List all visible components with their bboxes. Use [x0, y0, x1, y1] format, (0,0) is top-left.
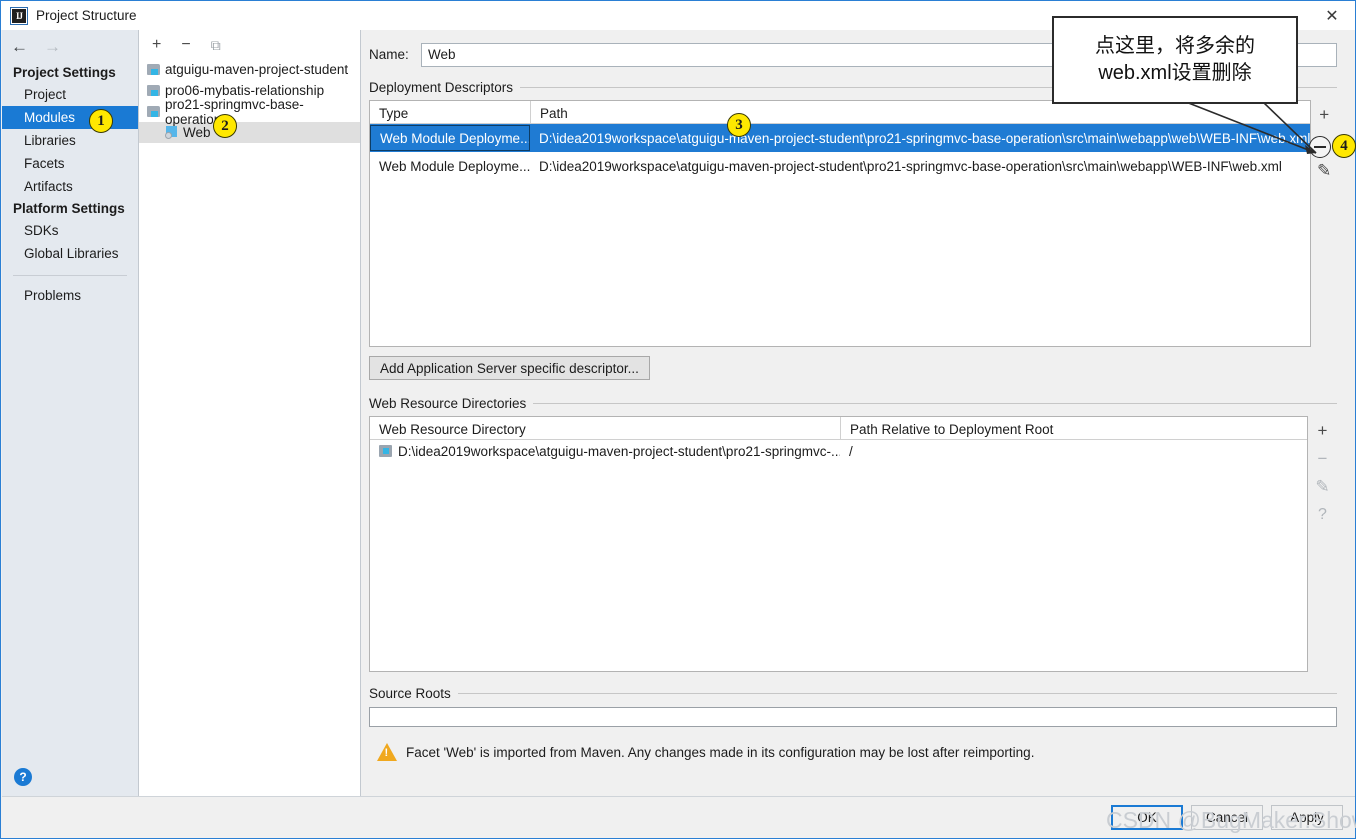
sidebar-item-libraries[interactable]: Libraries	[2, 129, 138, 152]
help-resource-dir-button[interactable]: ?	[1310, 502, 1335, 527]
close-icon[interactable]: ✕	[1309, 1, 1355, 30]
callout-line-1: 点这里，将多余的	[1095, 35, 1255, 57]
cell-web-resource-directory: D:\idea2019workspace\atguigu-maven-proje…	[370, 440, 840, 462]
cell-path-relative: /	[849, 443, 853, 459]
tree-node-label: pro21-springmvc-base-operation	[165, 96, 304, 127]
back-arrow-icon[interactable]: ←	[11, 38, 28, 55]
web-resource-directories-group: Web Resource Directories Web Resource Di…	[369, 396, 1337, 672]
web-facet-icon	[165, 126, 178, 139]
remove-resource-dir-button[interactable]: −	[1310, 446, 1335, 471]
settings-sidebar: ← → Project Settings Project Modules Lib…	[2, 30, 139, 798]
source-roots-title: Source Roots	[369, 686, 451, 701]
dialog-footer: OK Cancel Apply	[2, 796, 1355, 837]
name-label: Name:	[369, 47, 409, 62]
sidebar-item-sdks[interactable]: SDKs	[2, 219, 138, 242]
web-resources-table-toolbar: + − ✎ ?	[1308, 416, 1337, 672]
edit-resource-dir-button[interactable]: ✎	[1310, 474, 1335, 499]
intellij-idea-logo-icon: IJ	[10, 6, 28, 25]
cell-web-resource-directory-text: D:\idea2019workspace\atguigu-maven-proje…	[398, 443, 840, 459]
source-roots-group: Source Roots	[369, 686, 1337, 701]
sidebar-heading-platform-settings: Platform Settings	[13, 201, 125, 216]
sidebar-item-global-libraries[interactable]: Global Libraries	[2, 242, 138, 265]
sidebar-item-facets[interactable]: Facets	[2, 152, 138, 175]
module-icon	[147, 84, 160, 97]
tree-node-module[interactable]: atguigu-maven-project-student	[139, 59, 360, 80]
add-resource-dir-button[interactable]: +	[1310, 418, 1335, 443]
add-application-server-descriptor-button[interactable]: Add Application Server specific descript…	[369, 356, 650, 380]
tree-node-label: Web	[183, 125, 211, 140]
source-roots-list[interactable]	[369, 707, 1337, 727]
dialog-buttons: OK Cancel Apply	[1111, 805, 1343, 830]
table-row[interactable]: D:\idea2019workspace\atguigu-maven-proje…	[370, 440, 1307, 462]
annotation-marker-3: 3	[727, 113, 751, 137]
sidebar-item-problems[interactable]: Problems	[2, 284, 138, 307]
module-icon	[147, 105, 160, 118]
web-resource-directories-title: Web Resource Directories	[369, 396, 527, 411]
project-structure-dialog: IJ Project Structure ✕ ← → Project Setti…	[0, 0, 1356, 839]
deployment-descriptors-title: Deployment Descriptors	[369, 80, 514, 95]
sidebar-item-artifacts[interactable]: Artifacts	[2, 175, 138, 198]
facet-warning-row: Facet 'Web' is imported from Maven. Any …	[377, 743, 1337, 761]
forward-arrow-icon[interactable]: →	[44, 38, 61, 55]
help-icon[interactable]: ?	[14, 768, 32, 786]
remove-module-button[interactable]: −	[181, 36, 190, 53]
sidebar-item-project[interactable]: Project	[2, 83, 138, 106]
module-icon	[147, 63, 160, 76]
group-rule	[457, 693, 1337, 694]
annotation-marker-2: 2	[213, 114, 237, 138]
sidebar-item-modules[interactable]: Modules	[2, 106, 138, 129]
tree-node-label: atguigu-maven-project-student	[165, 62, 349, 77]
cancel-button[interactable]: Cancel	[1191, 805, 1263, 830]
tree-node-module[interactable]: pro21-springmvc-base-operation	[139, 97, 360, 127]
column-header-path-relative[interactable]: Path Relative to Deployment Root	[840, 417, 1307, 439]
annotation-callout: 点这里，将多余的 web.xml设置删除	[1052, 16, 1298, 104]
copy-module-button[interactable]: ⧉	[211, 38, 221, 52]
ok-button[interactable]: OK	[1111, 805, 1183, 830]
annotation-marker-1: 1	[89, 109, 113, 133]
web-resources-title-row: Web Resource Directories	[369, 396, 1337, 411]
cell-type: Web Module Deployme...	[379, 158, 530, 174]
cell-type: Web Module Deployme...	[370, 125, 530, 151]
table-header: Web Resource Directory Path Relative to …	[370, 417, 1307, 440]
module-tree-toolbar: + − ⧉	[139, 30, 360, 59]
facet-warning-text: Facet 'Web' is imported from Maven. Any …	[406, 744, 1035, 760]
module-tree-panel: + − ⧉ atguigu-maven-project-student pro0…	[139, 30, 361, 798]
sidebar-divider	[13, 275, 127, 276]
sidebar-heading-project-settings: Project Settings	[13, 65, 116, 80]
add-module-button[interactable]: +	[152, 36, 161, 53]
column-header-web-resource-directory[interactable]: Web Resource Directory	[370, 417, 840, 439]
warning-icon	[377, 743, 397, 761]
source-roots-title-row: Source Roots	[369, 686, 1337, 701]
web-resource-directories-table: Web Resource Directory Path Relative to …	[369, 416, 1308, 672]
column-header-type[interactable]: Type	[370, 101, 530, 123]
window-title: Project Structure	[36, 8, 137, 23]
callout-line-2: web.xml设置删除	[1098, 62, 1252, 84]
folder-icon	[379, 445, 392, 457]
web-resources-table-wrap: Web Resource Directory Path Relative to …	[369, 416, 1337, 672]
sidebar-navigation: ← →	[2, 30, 138, 62]
apply-button[interactable]: Apply	[1271, 805, 1343, 830]
group-rule	[533, 403, 1337, 404]
